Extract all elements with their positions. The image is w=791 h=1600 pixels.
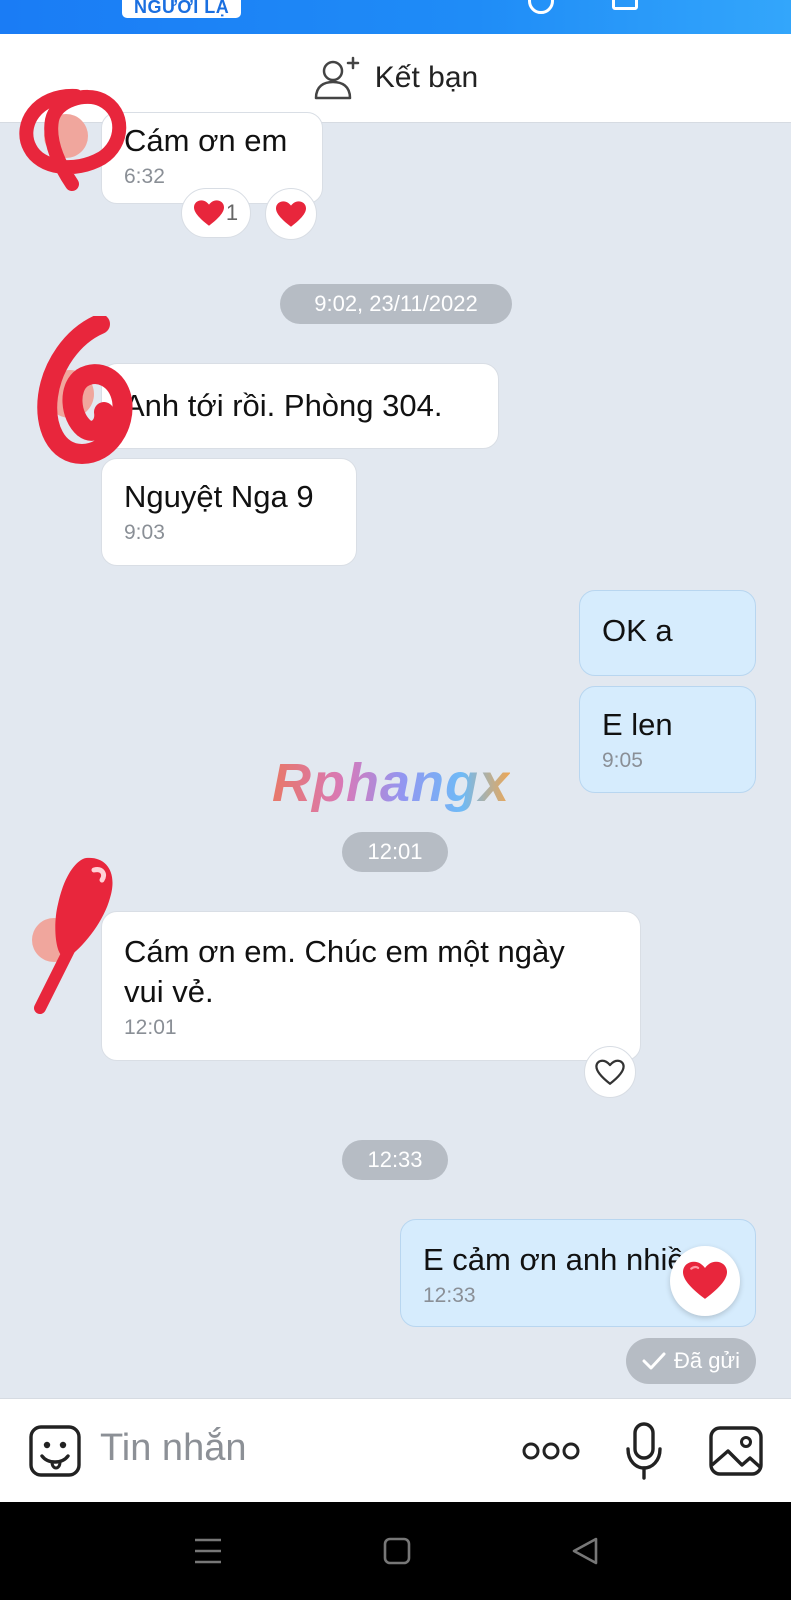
call-icon[interactable]: [528, 0, 554, 14]
more-icon[interactable]: [522, 1439, 580, 1463]
menu-nav-icon[interactable]: [193, 1537, 223, 1565]
reaction-count[interactable]: 1: [181, 188, 251, 238]
message-text: OK a: [602, 613, 673, 648]
watermark-logo: Rphangx: [272, 753, 511, 813]
back-nav-icon[interactable]: [570, 1536, 600, 1566]
message-bubble[interactable]: Nguyệt Nga 9 9:03: [101, 458, 357, 566]
heart-icon: [683, 1261, 727, 1299]
video-call-icon[interactable]: [612, 0, 638, 10]
react-button[interactable]: [584, 1046, 636, 1098]
react-button[interactable]: [265, 188, 317, 240]
message-text: Nguyệt Nga 9: [124, 479, 314, 514]
microphone-icon[interactable]: [624, 1421, 664, 1481]
reaction-count-text: 1: [225, 200, 239, 225]
message-time: 12:01: [124, 1016, 177, 1039]
message-time: 9:03: [124, 521, 165, 544]
heart-outline-icon: [595, 1059, 625, 1085]
message-time: 6:32: [124, 165, 165, 188]
add-friend-icon: [314, 56, 360, 100]
date-divider: 9:02, 23/11/2022: [280, 284, 512, 324]
message-time: 9:05: [602, 749, 643, 772]
time-divider: 12:01: [342, 832, 448, 872]
message-bubble[interactable]: Cám ơn em. Chúc em một ngày vui vẻ. 12:0…: [101, 911, 641, 1061]
message-text: Cám ơn em. Chúc em một ngày vui vẻ.: [124, 934, 565, 1009]
time-divider: 12:33: [342, 1140, 448, 1180]
reaction-heart[interactable]: [670, 1246, 740, 1316]
message-bubble[interactable]: Anh tới rồi. Phòng 304.: [101, 363, 499, 449]
stranger-badge: NGƯỜI LẠ: [122, 0, 242, 18]
add-friend-label: Kết bạn: [374, 61, 479, 94]
message-input[interactable]: Tin nhắn: [100, 1427, 246, 1470]
message-text: E len: [602, 707, 673, 742]
top-bar: NGƯỜI LẠ: [0, 0, 791, 34]
composer-bar: Tin nhắn: [0, 1398, 791, 1503]
message-text: Cám ơn em: [124, 123, 288, 158]
system-nav-bar: [0, 1502, 791, 1600]
heart-icon: [276, 200, 306, 227]
redacted-avatar: [37, 316, 133, 465]
sent-status-text: Đã gửi: [673, 1348, 741, 1373]
message-bubble[interactable]: OK a: [579, 590, 756, 676]
emoji-sticker-icon[interactable]: [28, 1424, 82, 1478]
check-icon: [642, 1352, 666, 1370]
heart-icon: [193, 199, 224, 226]
home-nav-icon[interactable]: [382, 1536, 412, 1566]
redacted-avatar: [19, 88, 127, 191]
message-bubble[interactable]: E len 9:05: [579, 686, 756, 793]
image-gallery-icon[interactable]: [708, 1425, 764, 1477]
message-text: Anh tới rồi. Phòng 304.: [124, 388, 443, 423]
sent-status-badge: Đã gửi: [626, 1338, 756, 1384]
